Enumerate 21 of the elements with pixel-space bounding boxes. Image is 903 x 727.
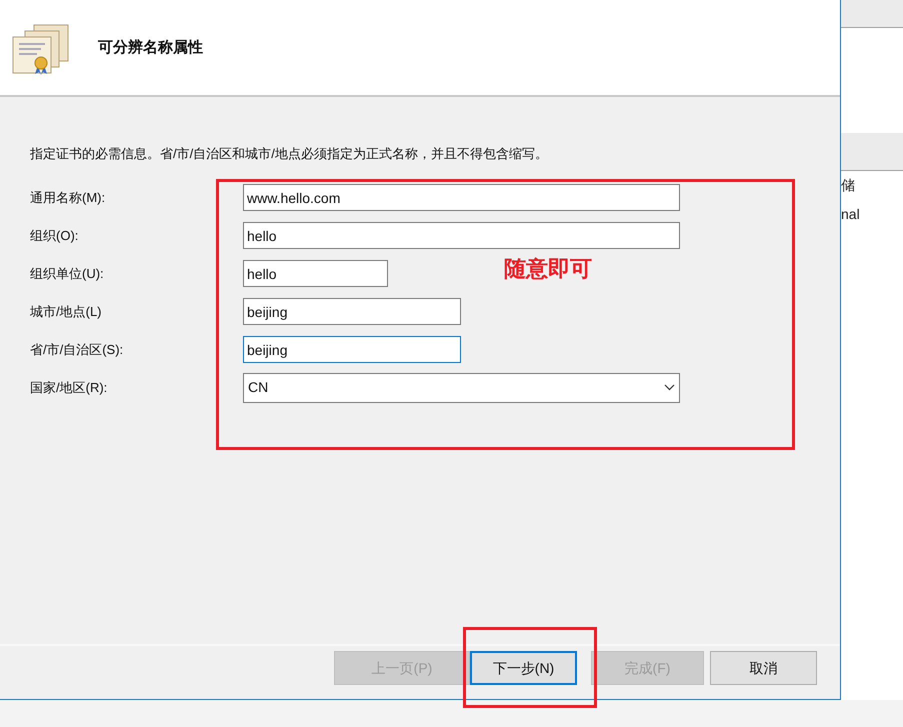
field-label: 组织单位(U): — [30, 264, 105, 283]
field-label: 城市/地点(L) — [30, 302, 102, 321]
panel-text: 储 — [841, 176, 856, 195]
wizard-button[interactable]: 下一步(N) — [470, 651, 577, 685]
input-field[interactable]: beijing — [243, 336, 461, 363]
field-label: 组织(O): — [30, 226, 80, 245]
field-label: 国家/地区(R): — [30, 378, 108, 397]
input-field[interactable]: www.hello.com — [243, 184, 680, 211]
instruction-text: 指定证书的必需信息。省/市/自治区和城市/地点必须指定为正式名称，并且不得包含缩写。 — [30, 145, 549, 163]
input-field[interactable]: hello — [243, 260, 388, 287]
field-label: 通用名称(M): — [30, 188, 106, 207]
annotation-note: 随意即可 — [504, 255, 592, 283]
chevron-down-icon — [664, 384, 675, 391]
certificates-icon — [10, 22, 70, 74]
panel-text: nal — [841, 205, 861, 224]
wizard-button[interactable]: 取消 — [710, 651, 817, 685]
input-field[interactable]: beijing — [243, 298, 461, 325]
page-heading: 可分辨名称属性 — [98, 38, 203, 58]
field-label: 省/市/自治区(S): — [30, 340, 124, 359]
country-dropdown[interactable]: CN — [243, 372, 680, 402]
input-field[interactable]: hello — [243, 222, 680, 249]
